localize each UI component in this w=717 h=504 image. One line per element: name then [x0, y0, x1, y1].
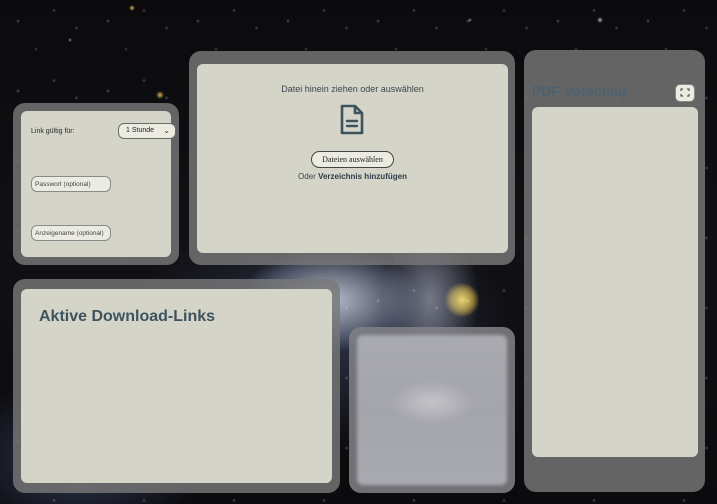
- validity-selected-value: 1 Stunde: [126, 127, 155, 134]
- password-input[interactable]: Passwort (optional): [31, 176, 111, 192]
- fullscreen-button[interactable]: [675, 84, 695, 102]
- active-links-panel: Aktive Download-Links: [13, 279, 340, 493]
- upload-panel: Datei hinein ziehen oder auswählen Datei…: [189, 51, 515, 265]
- pdf-preview-area: [532, 107, 698, 457]
- display-name-input[interactable]: Anzeigename (optional): [31, 225, 111, 241]
- expand-icon: [680, 88, 690, 97]
- blurred-content: [357, 335, 507, 485]
- active-links-card: Aktive Download-Links: [21, 289, 332, 483]
- blurred-panel: [349, 327, 515, 493]
- link-settings-card: Link gültig für: 1 Stunde ⌄ Passwort (op…: [21, 111, 176, 257]
- chevron-down-icon: ⌄: [163, 126, 170, 135]
- choose-files-button[interactable]: Dateien auswählen: [311, 151, 394, 168]
- password-placeholder: Passwort (optional): [35, 181, 91, 188]
- validity-select[interactable]: 1 Stunde ⌄: [118, 123, 176, 139]
- validity-label: Link gültig für:: [31, 128, 75, 135]
- active-links-title: Aktive Download-Links: [39, 308, 216, 325]
- link-settings-panel: Link gültig für: 1 Stunde ⌄ Passwort (op…: [13, 103, 179, 265]
- display-name-placeholder: Anzeigename (optional): [35, 230, 104, 237]
- add-folder-line: Oder Verzeichnis hinzufügen: [197, 172, 508, 181]
- pdf-preview-panel: PDF Vorschau: [524, 50, 705, 492]
- file-text-icon: [340, 104, 364, 135]
- or-text: Oder: [298, 172, 316, 181]
- drop-zone-text: Datei hinein ziehen oder auswählen: [281, 84, 424, 94]
- drop-zone[interactable]: Datei hinein ziehen oder auswählen Datei…: [197, 64, 508, 253]
- pdf-preview-title: PDF Vorschau: [532, 83, 627, 99]
- add-folder-link[interactable]: Verzeichnis hinzufügen: [318, 172, 407, 181]
